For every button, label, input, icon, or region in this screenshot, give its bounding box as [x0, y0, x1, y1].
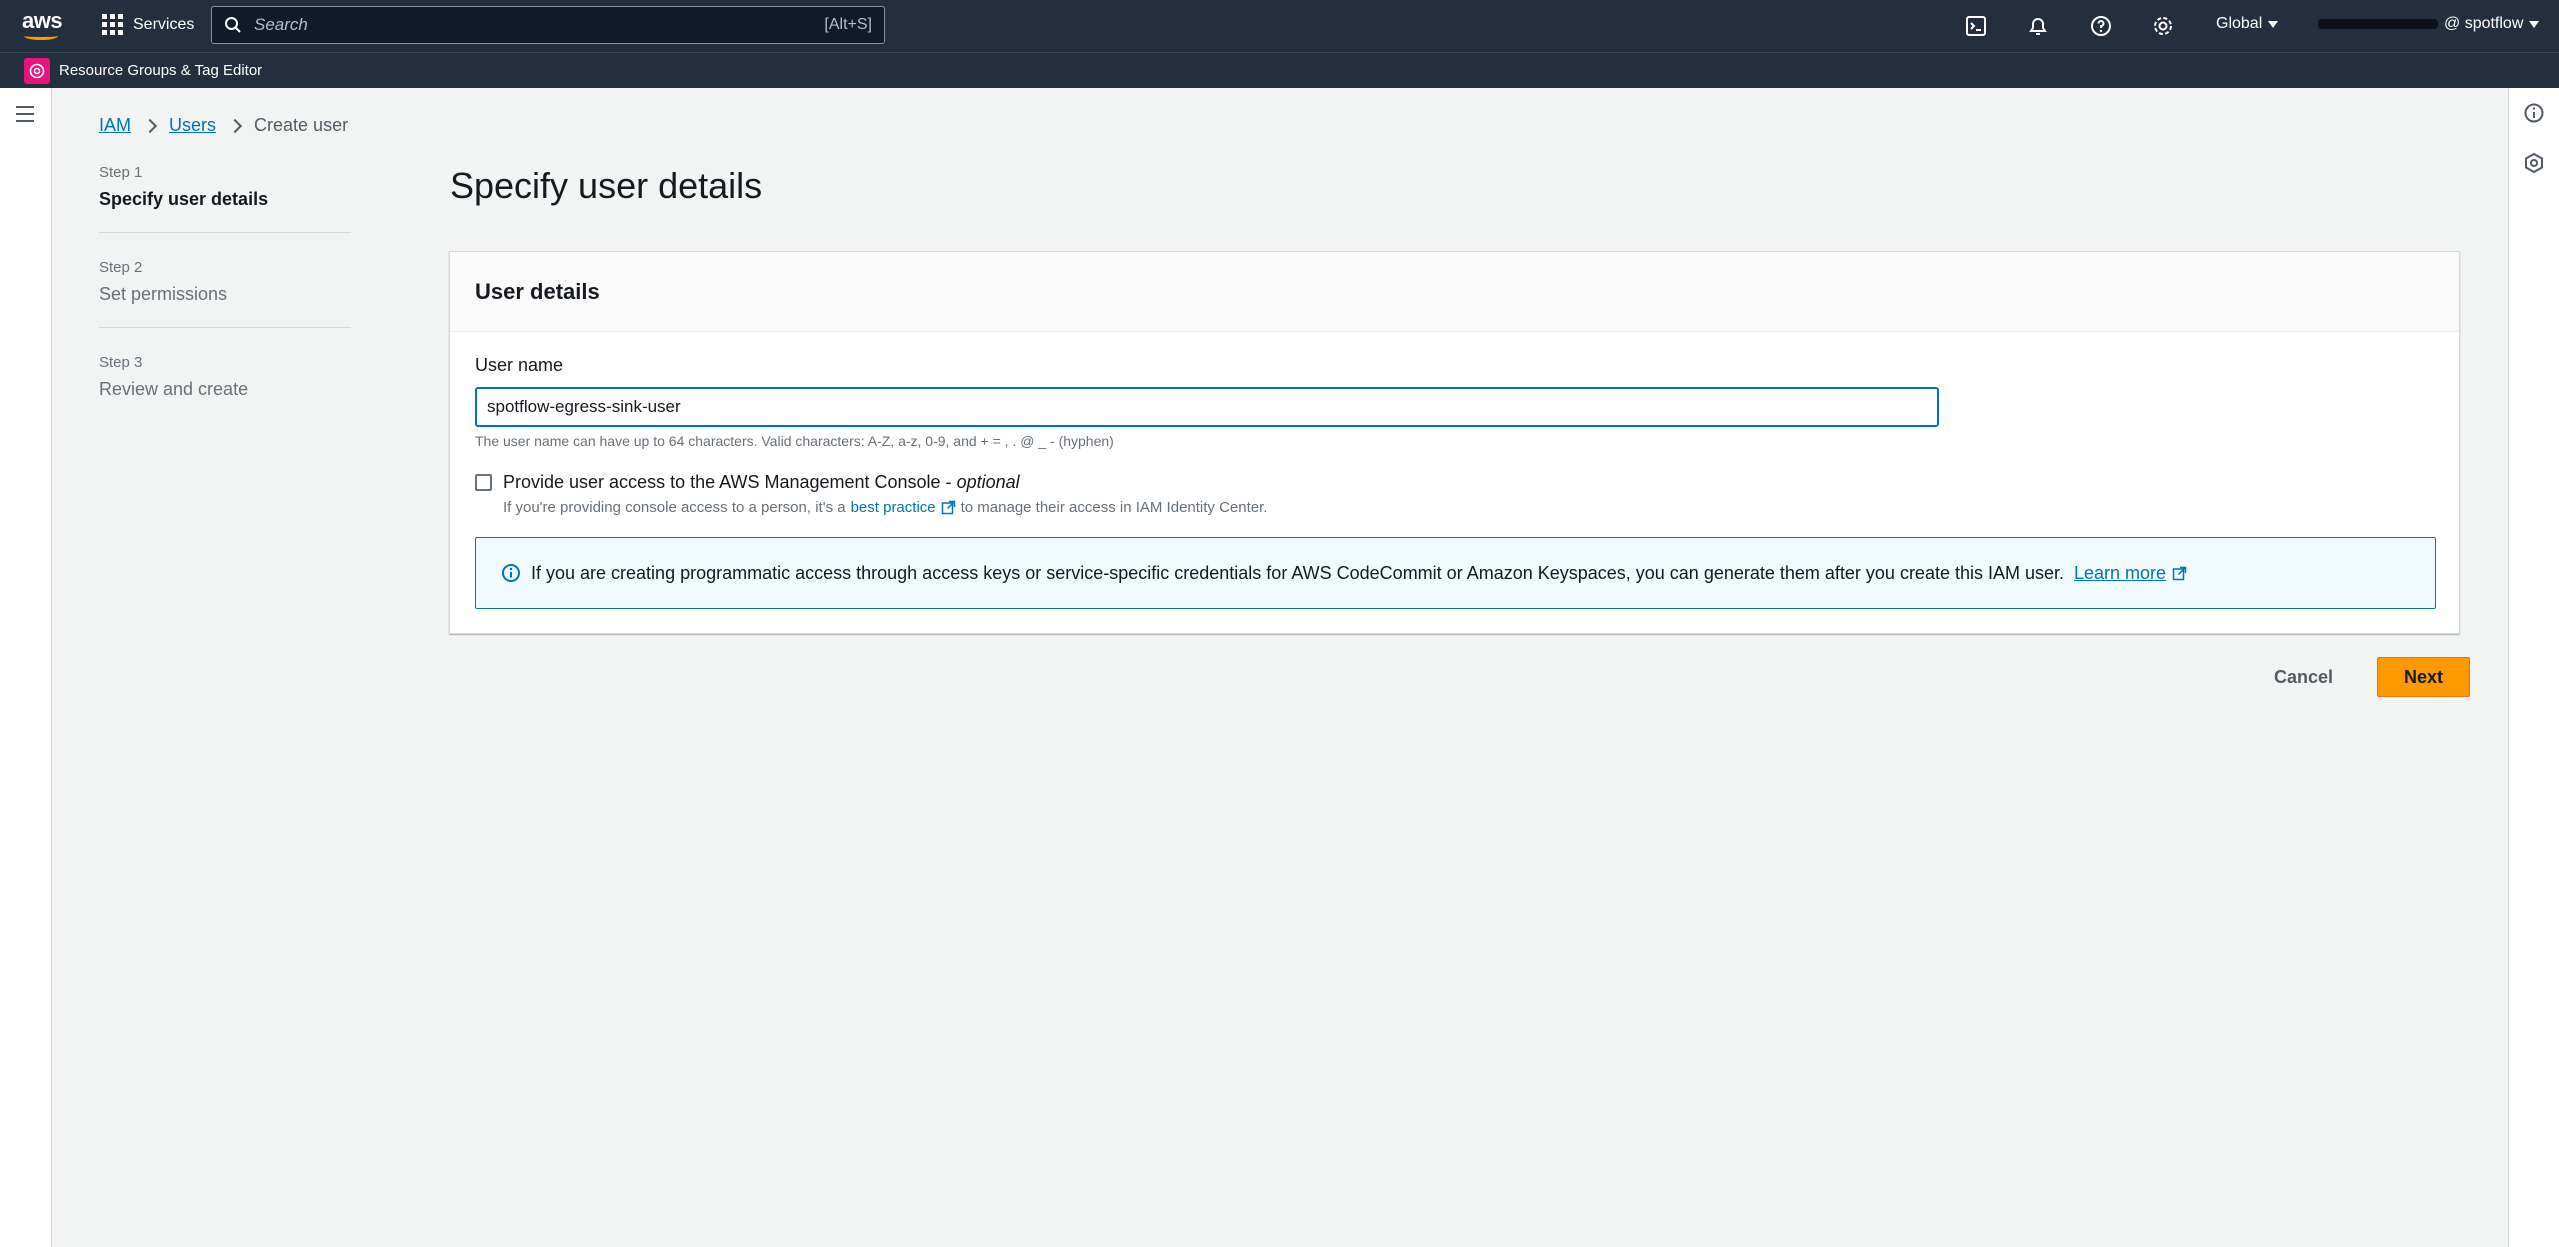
- console-access-description: If you're providing console access to a …: [503, 499, 1267, 516]
- services-menu-button[interactable]: Services: [102, 14, 194, 35]
- search-shortcut: [Alt+S]: [824, 16, 872, 33]
- caret-down-icon: [2529, 20, 2540, 28]
- hamburger-menu-icon[interactable]: [16, 106, 34, 127]
- best-practice-link-text: best practice: [850, 499, 936, 516]
- amazon-q-icon[interactable]: [2523, 152, 2545, 174]
- learn-more-link[interactable]: Learn more: [2074, 563, 2166, 584]
- chevron-right-icon: [227, 118, 243, 133]
- step-number: Step 3: [99, 354, 143, 371]
- breadcrumb: IAM Users Create user: [99, 115, 348, 136]
- region-label: Global: [2216, 15, 2263, 32]
- step-2: Step 2 Set permissions: [99, 259, 351, 328]
- optional-text: optional: [956, 472, 1020, 492]
- info-panel-icon[interactable]: [2523, 102, 2545, 124]
- info-icon: [502, 564, 520, 582]
- aws-smile-icon: [24, 32, 58, 40]
- region-selector[interactable]: Global: [2216, 15, 2279, 33]
- cancel-button[interactable]: Cancel: [2260, 659, 2347, 696]
- aws-logo[interactable]: aws: [22, 8, 64, 42]
- settings-icon[interactable]: [2150, 13, 2176, 39]
- resource-groups-icon[interactable]: [24, 58, 50, 84]
- chevron-right-icon: [142, 118, 158, 133]
- redacted-account-name: [2318, 19, 2438, 29]
- console-access-label[interactable]: Provide user access to the AWS Managemen…: [503, 472, 1020, 493]
- best-practice-link[interactable]: best practice: [851, 499, 936, 516]
- wizard-steps: Step 1 Specify user details Step 2 Set p…: [99, 164, 351, 448]
- account-label: @ spotflow: [2444, 15, 2524, 32]
- top-navigation: aws Services [Alt+S] Global: [0, 0, 2559, 52]
- console-desc-before: If you're providing console access to a …: [503, 499, 846, 516]
- step-title: Review and create: [99, 379, 249, 399]
- favorites-bar: Resource Groups & Tag Editor: [0, 52, 2559, 88]
- favorite-resource-groups-link[interactable]: Resource Groups & Tag Editor: [59, 62, 262, 79]
- info-alert: If you are creating programmatic access …: [475, 537, 2436, 609]
- console-desc-after: to manage their access in IAM Identity C…: [960, 499, 1268, 516]
- services-label: Services: [133, 15, 195, 33]
- panel-header: User details: [450, 252, 2459, 332]
- cloudshell-icon[interactable]: [1963, 13, 1989, 39]
- user-name-constraint: The user name can have up to 64 characte…: [475, 433, 1114, 449]
- aws-logo-text: aws: [22, 8, 63, 33]
- search-icon: [225, 17, 241, 33]
- breadcrumb-current: Create user: [254, 115, 349, 135]
- step-title: Set permissions: [99, 284, 228, 304]
- left-rail: [0, 88, 52, 1247]
- info-alert-text: If you are creating programmatic access …: [531, 562, 2065, 583]
- search-box[interactable]: [Alt+S]: [211, 6, 885, 44]
- step-1[interactable]: Step 1 Specify user details: [99, 164, 351, 233]
- external-link-icon[interactable]: [941, 500, 956, 515]
- right-rail: [2508, 88, 2559, 1247]
- user-details-panel: User details User name The user name can…: [449, 251, 2460, 634]
- help-icon[interactable]: [2088, 13, 2114, 39]
- bell-icon[interactable]: [2025, 13, 2051, 39]
- next-button[interactable]: Next: [2377, 657, 2471, 697]
- step-title: Specify user details: [99, 189, 269, 209]
- panel-title: User details: [475, 278, 600, 304]
- account-menu[interactable]: @ spotflow: [2318, 15, 2540, 33]
- page-title: Specify user details: [450, 165, 763, 206]
- breadcrumb-iam[interactable]: IAM: [99, 115, 131, 136]
- user-name-label: User name: [475, 355, 564, 375]
- breadcrumb-users[interactable]: Users: [169, 115, 216, 136]
- user-name-input[interactable]: [475, 387, 1939, 427]
- step-number: Step 2: [99, 259, 143, 276]
- step-number: Step 1: [99, 164, 143, 181]
- external-link-icon[interactable]: [2172, 566, 2187, 581]
- search-input[interactable]: [254, 15, 825, 35]
- grid-icon: [102, 14, 123, 35]
- wizard-actions: Cancel Next: [2260, 657, 2471, 697]
- step-3: Step 3 Review and create: [99, 354, 351, 422]
- caret-down-icon: [2268, 20, 2279, 28]
- console-access-label-text: Provide user access to the AWS Managemen…: [503, 472, 957, 492]
- console-access-checkbox[interactable]: [475, 474, 492, 491]
